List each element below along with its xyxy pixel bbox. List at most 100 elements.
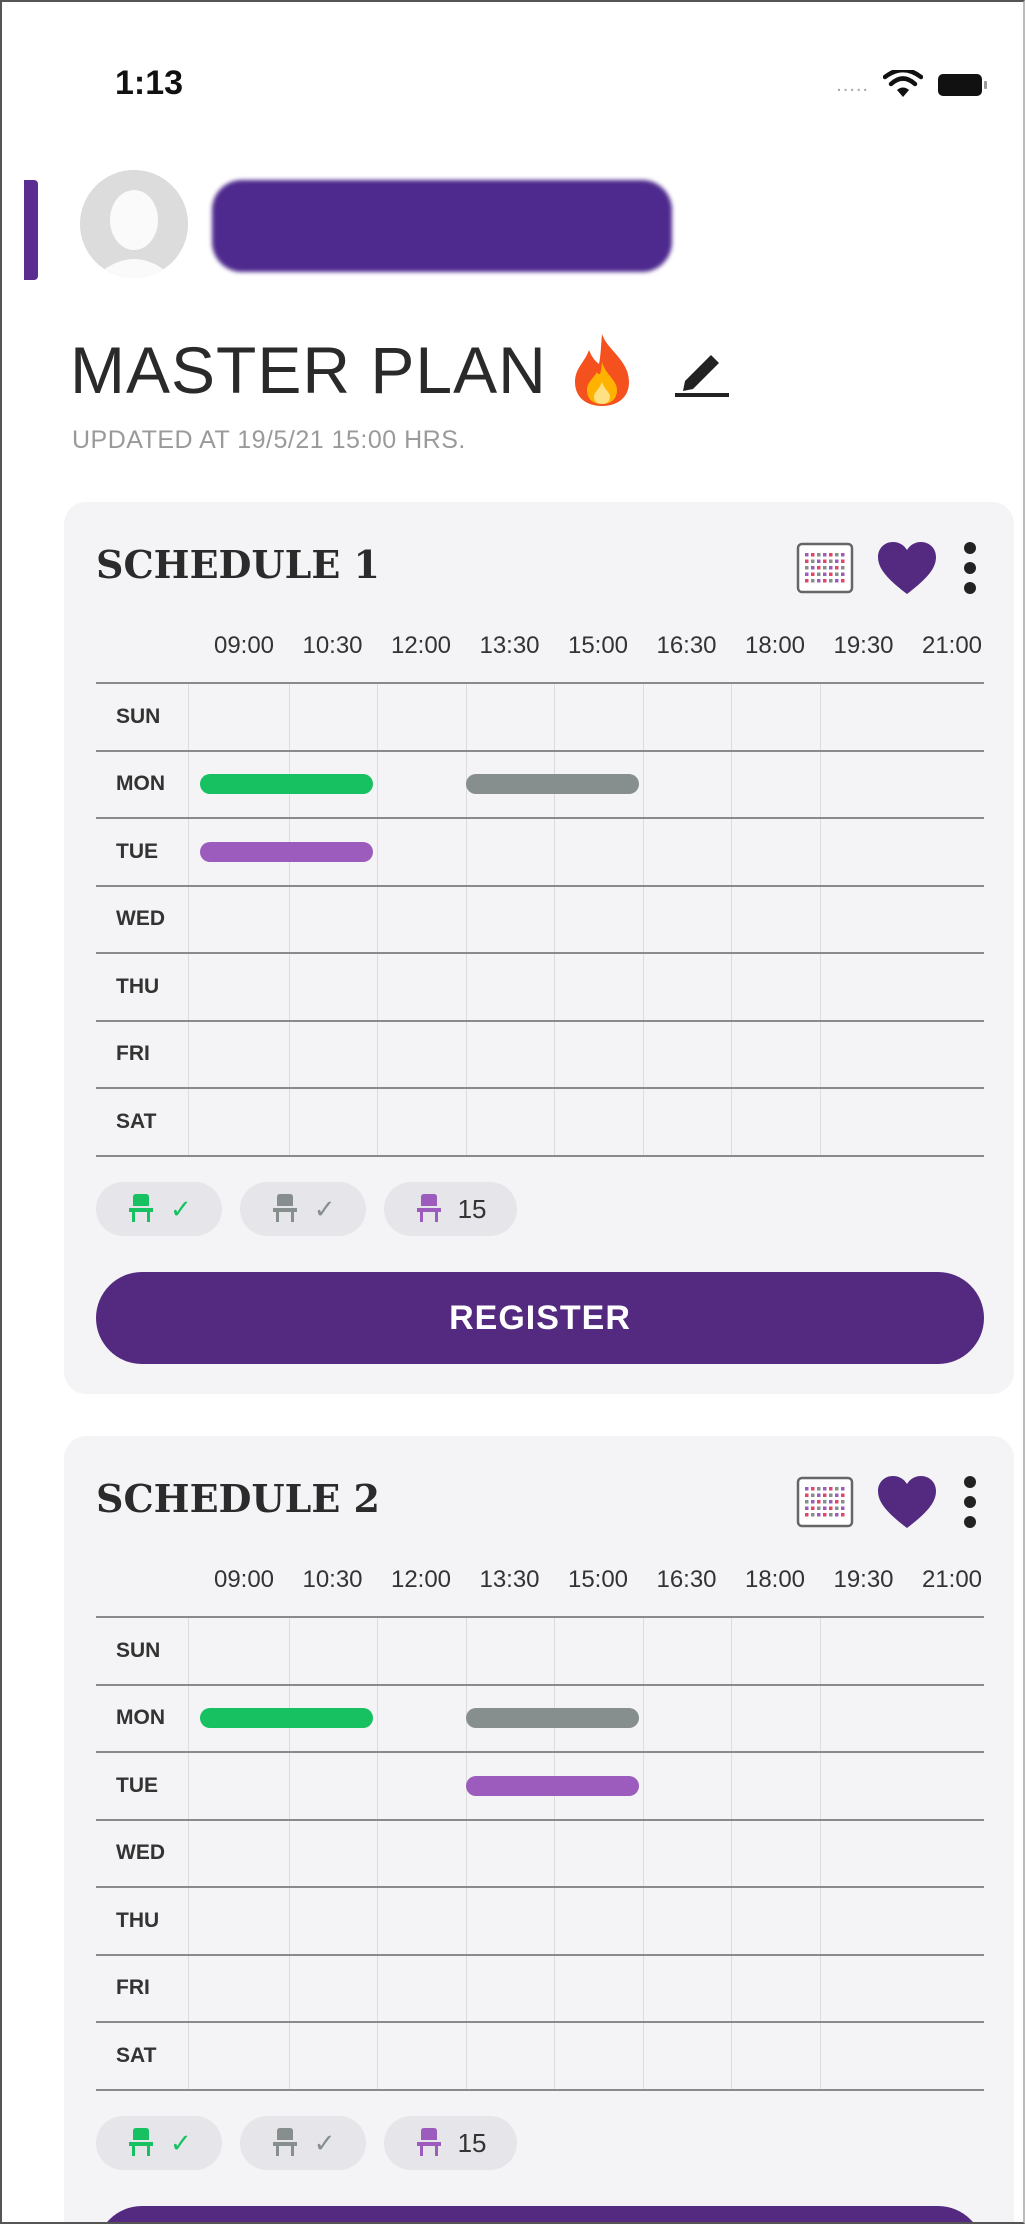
calendar-dot	[829, 553, 833, 557]
grid-line	[642, 2023, 644, 2089]
grid-line	[642, 886, 644, 952]
calendar-dot	[811, 579, 815, 583]
day-label: FRI	[116, 1976, 150, 2000]
grid-line	[188, 1021, 189, 1087]
calendar-dot	[841, 559, 845, 563]
day-row-tue: TUE	[96, 819, 984, 887]
calendar-dot	[811, 566, 815, 570]
fire-icon	[574, 334, 629, 406]
calendar-dot	[823, 1487, 827, 1491]
schedule-block-green[interactable]	[200, 1708, 373, 1729]
grid-line	[642, 1753, 644, 1819]
grid-line	[288, 1618, 290, 1684]
schedule-grid: 09:00 10:30 12:00 13:30 15:00 16:30 18:00 19:30…	[96, 632, 984, 1157]
heart-icon[interactable]	[876, 540, 938, 596]
grid-line	[188, 684, 189, 750]
more-options-icon[interactable]	[960, 540, 980, 596]
calendar-dot	[823, 1493, 827, 1497]
time-label: 09:00	[213, 632, 275, 659]
grid-line	[819, 1753, 821, 1819]
page-title-text: MASTER PLAN	[70, 333, 547, 407]
schedule-block-purple[interactable]	[200, 841, 373, 862]
calendar-dot	[811, 1493, 815, 1497]
more-options-icon[interactable]	[960, 1474, 980, 1530]
schedule-block-gray[interactable]	[465, 1708, 639, 1729]
grid-line	[554, 1089, 555, 1155]
schedule-block-green[interactable]	[200, 774, 373, 795]
grid-line	[554, 1820, 555, 1886]
grid-line	[377, 1888, 378, 1954]
calendar-dot	[829, 1513, 833, 1517]
grid-line	[188, 1618, 189, 1684]
seat-purple-icon	[416, 1194, 441, 1222]
grid-line	[554, 1888, 555, 1954]
legend-seats: 15	[383, 2116, 517, 2170]
legend-available-mark: ✓	[170, 1193, 192, 1224]
heart-icon[interactable]	[876, 1474, 938, 1530]
legend-taken: ✓	[239, 1182, 366, 1236]
day-row-thu: THU	[96, 1888, 984, 1956]
day-label: WED	[116, 907, 165, 931]
grid-line	[554, 954, 555, 1020]
grid-line	[554, 684, 555, 750]
day-label: SAT	[116, 1109, 157, 1133]
legend-seats-count: 15	[457, 2127, 487, 2158]
calendar-dot	[835, 579, 839, 583]
grid-line	[819, 1888, 821, 1954]
calendar-dot	[841, 1513, 845, 1517]
grid-line	[819, 1089, 821, 1155]
calendar-dot	[805, 579, 809, 583]
grid-line	[731, 954, 732, 1020]
register-button[interactable]: REGISTER	[96, 2206, 984, 2222]
schedule-grid: 09:00 10:30 12:00 13:30 15:00 16:30 18:00 19:30…	[96, 1566, 984, 2091]
calendar-dot	[829, 1500, 833, 1504]
day-row-thu: THU	[96, 954, 984, 1022]
signal-icon: .....	[836, 73, 869, 96]
calendar-dot	[823, 1513, 827, 1517]
grid-line	[288, 886, 290, 952]
legend-seats-count: 15	[457, 1193, 487, 1224]
calendar-dot	[817, 553, 821, 557]
grid-line	[731, 886, 732, 952]
grid-line	[819, 819, 821, 885]
calendar-grid-icon[interactable]	[796, 1476, 854, 1528]
grid-line	[642, 1685, 644, 1751]
schedule-card: SCHEDULE 1 09:00 10:30 12:00 13:30 15:00 16:3…	[64, 502, 1014, 1394]
grid-line	[465, 819, 467, 885]
calendar-dot	[841, 553, 845, 557]
calendar-grid-icon[interactable]	[796, 542, 854, 594]
calendar-dot	[835, 1513, 839, 1517]
calendar-dot	[823, 1506, 827, 1510]
grid-line	[465, 1955, 467, 2021]
grid-line	[288, 1820, 290, 1886]
schedule-actions	[796, 1474, 980, 1530]
calendar-dot	[841, 572, 845, 576]
grid-line	[731, 1021, 732, 1087]
register-button[interactable]: REGISTER	[96, 1272, 984, 1364]
grid-line	[731, 1089, 732, 1155]
day-label: THU	[116, 974, 160, 998]
day-row-sun: SUN	[96, 1618, 984, 1686]
grid-line	[377, 684, 378, 750]
time-label: 19:30	[833, 1566, 894, 1593]
edit-icon[interactable]	[671, 343, 733, 397]
grid-line	[188, 886, 189, 952]
grid-line	[377, 886, 378, 952]
schedule-title: SCHEDULE 2	[96, 1476, 380, 1521]
day-label: THU	[116, 1908, 160, 1932]
grid-line	[642, 684, 644, 750]
schedule-block-purple[interactable]	[465, 1775, 639, 1796]
calendar-dot	[805, 1506, 809, 1510]
seat-gray-icon	[272, 1194, 297, 1222]
grid-line	[642, 1888, 644, 1954]
grid-line	[819, 886, 821, 952]
legend-available-mark: ✓	[170, 2127, 192, 2158]
day-row-mon: MON	[96, 751, 984, 819]
grid-line	[377, 1753, 378, 1819]
wifi-icon	[883, 70, 923, 97]
calendar-dot	[829, 559, 833, 563]
avatar[interactable]	[80, 170, 188, 278]
schedule-block-gray[interactable]	[465, 774, 639, 795]
grid-line	[642, 1955, 644, 2021]
calendar-dot	[823, 1500, 827, 1504]
